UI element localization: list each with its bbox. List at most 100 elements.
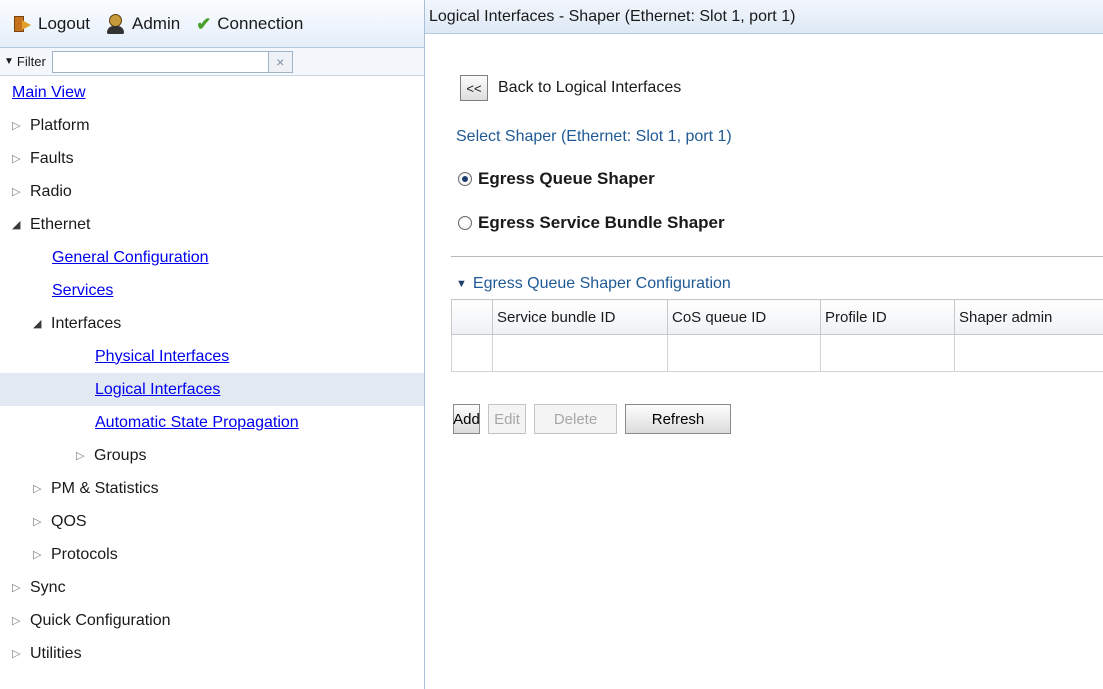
table-cell — [451, 334, 493, 372]
table-row[interactable] — [451, 334, 1103, 372]
page-title: Logical Interfaces - Shaper (Ethernet: S… — [425, 0, 1103, 34]
tree-item-quick-configuration[interactable]: ▷ Quick Configuration — [0, 604, 424, 637]
table-header-row: Service bundle ID CoS queue ID Profile I… — [451, 299, 1103, 335]
services-link[interactable]: Services — [52, 282, 113, 300]
tree-label: Quick Configuration — [30, 611, 171, 629]
add-button[interactable]: Add — [453, 404, 480, 434]
expand-arrow-icon[interactable]: ▷ — [12, 581, 30, 594]
tree-label: PM & Statistics — [51, 479, 159, 497]
tree-item-sync[interactable]: ▷ Sync — [0, 571, 424, 604]
tree-item-faults[interactable]: ▷ Faults — [0, 142, 424, 175]
select-shaper-title: Select Shaper (Ethernet: Slot 1, port 1) — [456, 128, 732, 145]
radio-egress-service-bundle-shaper[interactable]: Egress Service Bundle Shaper — [458, 213, 725, 233]
automatic-state-propagation-link[interactable]: Automatic State Propagation — [95, 414, 299, 432]
table-cell — [492, 334, 668, 372]
triangle-down-icon: ▼ — [456, 278, 467, 290]
filter-label: Filter — [16, 54, 46, 69]
tree-item-automatic-state-propagation: Automatic State Propagation — [0, 406, 424, 439]
tree-item-interfaces[interactable]: ◢ Interfaces — [0, 307, 424, 340]
table-cell — [820, 334, 955, 372]
tree-item-protocols[interactable]: ▷ Protocols — [0, 538, 424, 571]
expand-arrow-icon[interactable]: ▷ — [12, 119, 30, 132]
tree-label: Interfaces — [51, 314, 122, 332]
top-toolbar: Logout Admin ✔ Connection — [0, 0, 424, 48]
navigation-tree: Main View ▷ Platform ▷ Faults ▷ Radio ◢ … — [0, 76, 424, 670]
connection-button[interactable]: ✔ Connection — [196, 14, 303, 34]
tree-item-ethernet[interactable]: ◢ Ethernet — [0, 208, 424, 241]
tree-item-services: Services — [0, 274, 424, 307]
main-view-link[interactable]: Main View — [12, 84, 86, 102]
radio-button-checked[interactable] — [458, 172, 472, 186]
tree-item-general-configuration: General Configuration — [0, 241, 424, 274]
refresh-button[interactable]: Refresh — [625, 404, 731, 434]
tree-label: Faults — [30, 149, 74, 167]
expand-arrow-icon[interactable]: ▷ — [76, 449, 94, 462]
radio-egress-queue-shaper[interactable]: Egress Queue Shaper — [458, 169, 655, 189]
back-row: << Back to Logical Interfaces — [460, 75, 681, 101]
column-header-shaper-admin[interactable]: Shaper admin — [954, 299, 1103, 335]
filter-bar: ▼ Filter × — [0, 48, 424, 76]
connection-label: Connection — [217, 13, 304, 33]
table-actions: Add Edit Delete Refresh — [453, 404, 739, 434]
shaper-table: Service bundle ID CoS queue ID Profile I… — [451, 299, 1103, 372]
tree-label: Platform — [30, 116, 90, 134]
expand-arrow-icon[interactable]: ▷ — [12, 647, 30, 660]
filter-input[interactable] — [51, 50, 269, 73]
navigation-sidebar: Logout Admin ✔ Connection ▼ Filter × Mai… — [0, 0, 425, 689]
filter-toggle[interactable]: ▼ Filter — [4, 54, 46, 69]
expand-arrow-icon[interactable]: ▷ — [12, 185, 30, 198]
table-cell — [667, 334, 821, 372]
expand-arrow-icon[interactable]: ▷ — [12, 614, 30, 627]
table-cell — [954, 334, 1103, 372]
main-panel: Logical Interfaces - Shaper (Ethernet: S… — [425, 0, 1103, 689]
tree-item-physical-interfaces: Physical Interfaces — [0, 340, 424, 373]
column-header-select[interactable] — [451, 299, 493, 335]
admin-label: Admin — [132, 13, 181, 33]
tree-label: Groups — [94, 446, 147, 464]
main-content: << Back to Logical Interfaces Select Sha… — [425, 35, 1103, 689]
tree-item-platform[interactable]: ▷ Platform — [0, 109, 424, 142]
back-label: Back to Logical Interfaces — [498, 79, 682, 96]
tree-label: Sync — [30, 578, 66, 596]
tree-label: Ethernet — [30, 215, 91, 233]
radio-button-unchecked[interactable] — [458, 216, 472, 230]
radio-label: Egress Service Bundle Shaper — [478, 213, 725, 232]
tree-item-radio[interactable]: ▷ Radio — [0, 175, 424, 208]
expand-arrow-icon[interactable]: ▷ — [33, 548, 51, 561]
tree-item-utilities[interactable]: ▷ Utilities — [0, 637, 424, 670]
logout-label: Logout — [38, 13, 90, 33]
tree-label: Radio — [30, 182, 72, 200]
edit-button[interactable]: Edit — [488, 404, 526, 434]
tree-item-pm-statistics[interactable]: ▷ PM & Statistics — [0, 472, 424, 505]
divider — [451, 256, 1103, 257]
delete-button[interactable]: Delete — [534, 404, 617, 434]
logical-interfaces-link[interactable]: Logical Interfaces — [95, 381, 220, 399]
tree-item-qos[interactable]: ▷ QOS — [0, 505, 424, 538]
column-header-profile-id[interactable]: Profile ID — [820, 299, 955, 335]
admin-button[interactable]: Admin — [106, 13, 181, 34]
physical-interfaces-link[interactable]: Physical Interfaces — [95, 348, 229, 366]
section-toggle[interactable]: ▼ Egress Queue Shaper Configuration — [456, 275, 731, 293]
collapse-arrow-icon[interactable]: ◢ — [12, 218, 30, 231]
tree-label: Utilities — [30, 644, 82, 662]
column-header-service-bundle-id[interactable]: Service bundle ID — [492, 299, 668, 335]
section-title: Egress Queue Shaper Configuration — [472, 275, 731, 292]
logout-button[interactable]: Logout — [14, 14, 90, 34]
tree-item-main-view: Main View — [0, 76, 424, 109]
collapse-arrow-icon[interactable]: ◢ — [33, 317, 51, 330]
column-header-cos-queue-id[interactable]: CoS queue ID — [667, 299, 821, 335]
tree-item-logical-interfaces: Logical Interfaces — [0, 373, 424, 406]
expand-arrow-icon[interactable]: ▷ — [33, 482, 51, 495]
tree-item-groups[interactable]: ▷ Groups — [0, 439, 424, 472]
admin-user-icon — [106, 13, 126, 34]
expand-arrow-icon[interactable]: ▷ — [33, 515, 51, 528]
logout-icon — [14, 15, 32, 33]
general-configuration-link[interactable]: General Configuration — [52, 249, 209, 267]
tree-label: QOS — [51, 512, 87, 530]
clear-filter-icon[interactable]: × — [268, 50, 293, 73]
tree-label: Protocols — [51, 545, 118, 563]
triangle-down-icon: ▼ — [4, 56, 14, 67]
checkmark-icon: ✔ — [196, 13, 212, 34]
back-button[interactable]: << — [460, 75, 488, 101]
expand-arrow-icon[interactable]: ▷ — [12, 152, 30, 165]
